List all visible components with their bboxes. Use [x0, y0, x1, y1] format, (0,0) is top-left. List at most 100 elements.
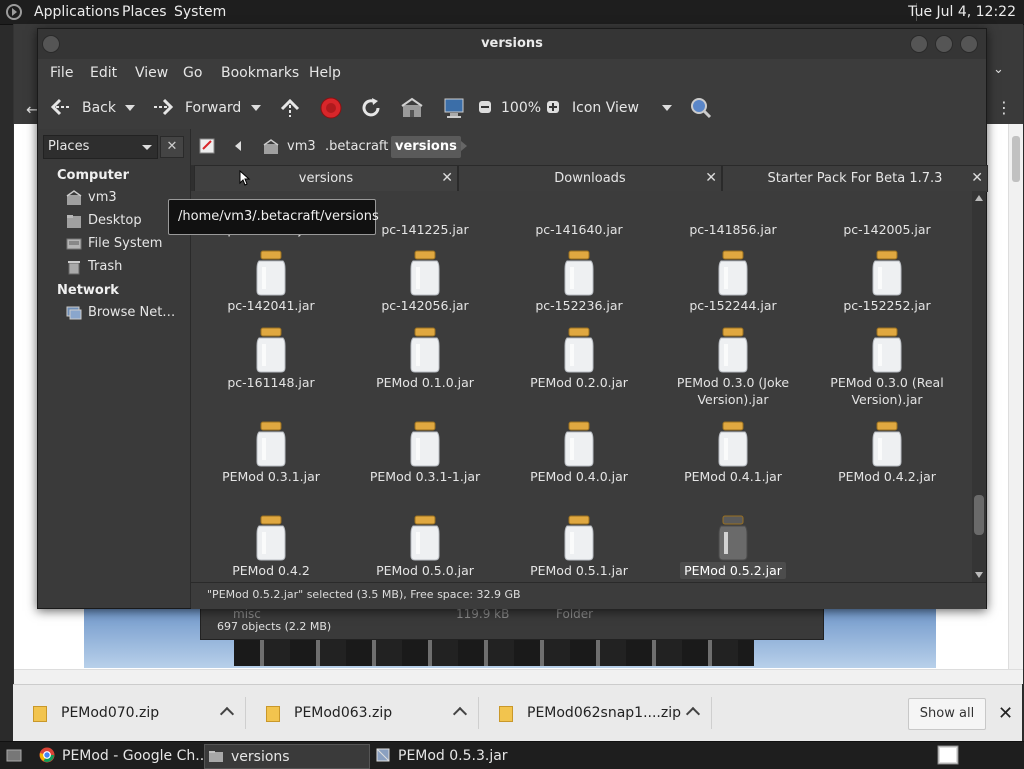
edit-location-icon[interactable]	[199, 137, 217, 155]
file-item[interactable]: PEMod 0.5.1.jar	[504, 514, 654, 579]
show-all-button[interactable]: Show all	[908, 698, 986, 730]
close-tab-icon[interactable]: ✕	[441, 170, 453, 186]
places-menu[interactable]: Places	[122, 4, 167, 20]
breadcrumb-versions[interactable]: versions	[391, 136, 461, 158]
network-icon	[66, 305, 82, 321]
tab-starter-pack[interactable]: Starter Pack For Beta 1.7.3 ✕	[722, 165, 988, 192]
taskbar: PEMod - Google Ch... versions PEMod 0.5.…	[0, 741, 1024, 769]
distro-logo-icon[interactable]	[5, 3, 23, 21]
zoom-out-icon[interactable]	[478, 100, 492, 114]
taskbar-item-jar[interactable]: PEMod 0.5.3.jar	[372, 744, 538, 767]
browser-menu-icon[interactable]: ⋮	[996, 98, 1012, 117]
menu-edit[interactable]: Edit	[90, 65, 117, 81]
up-arrow-icon[interactable]	[279, 97, 301, 119]
taskbar-item-chrome[interactable]: PEMod - Google Ch...	[36, 744, 209, 767]
file-item[interactable]: PEMod 0.4.2 Snapshot.jar	[196, 514, 346, 582]
file-icon-view[interactable]: pc-132128.jarpc-141225.jarpc-141640.jarp…	[191, 191, 972, 582]
sidebar-close-button[interactable]: ✕	[160, 136, 184, 158]
view-mode-select[interactable]: Icon View	[572, 100, 639, 116]
menu-go[interactable]: Go	[183, 65, 202, 81]
close-window-button[interactable]	[960, 35, 978, 53]
status-bar: "PEMod 0.5.2.jar" selected (3.5 MB), Fre…	[191, 582, 986, 609]
close-tab-icon[interactable]: ✕	[971, 170, 983, 186]
browser-scroll-thumb[interactable]	[1012, 136, 1020, 182]
system-menu[interactable]: System	[174, 4, 226, 20]
download-item[interactable]: PEMod063.zip	[246, 685, 479, 741]
computer-icon[interactable]	[443, 97, 465, 119]
browser-scrollbar[interactable]	[1008, 124, 1023, 684]
stop-icon[interactable]	[320, 97, 342, 119]
zoom-in-icon[interactable]	[546, 100, 560, 114]
file-item[interactable]: pc-161148.jar	[196, 326, 346, 391]
scroll-down-icon[interactable]	[975, 572, 983, 578]
menu-bookmarks[interactable]: Bookmarks	[221, 65, 299, 81]
file-item[interactable]: PEMod 0.4.2.jar	[812, 420, 962, 485]
workspace-switcher-icon[interactable]	[937, 745, 959, 765]
close-tab-icon[interactable]: ✕	[705, 170, 717, 186]
title-bar[interactable]: versions	[38, 29, 986, 59]
file-item[interactable]: pc-142056.jar	[350, 249, 500, 314]
applications-menu[interactable]: Applications	[34, 4, 120, 20]
file-item[interactable]: PEMod 0.5.2.jar	[658, 514, 808, 579]
sidebar-heading-computer: Computer	[57, 168, 130, 183]
forward-history-dropdown-icon[interactable]	[251, 105, 261, 111]
file-item[interactable]: PEMod 0.3.1-1.jar	[350, 420, 500, 485]
back-history-dropdown-icon[interactable]	[125, 105, 135, 111]
menu-bar: File Edit View Go Bookmarks Help	[38, 59, 986, 87]
view-mode-dropdown-icon[interactable]	[662, 105, 672, 111]
file-item[interactable]: PEMod 0.4.1.jar	[658, 420, 808, 485]
file-item[interactable]: PEMod 0.1.0.jar	[350, 326, 500, 391]
scroll-up-icon[interactable]	[975, 195, 983, 201]
file-item[interactable]: PEMod 0.2.0.jar	[504, 326, 654, 391]
back-arrow-icon[interactable]	[50, 97, 72, 117]
maximize-button[interactable]	[935, 35, 953, 53]
clock[interactable]: Tue Jul 4, 12:22	[908, 4, 1016, 20]
breadcrumb-right-arrow-icon[interactable]	[461, 141, 467, 151]
show-all-label: Show all	[919, 706, 975, 721]
file-item[interactable]: PEMod 0.4.0.jar	[504, 420, 654, 485]
breadcrumb-betacraft[interactable]: .betacraft	[325, 136, 388, 158]
file-item[interactable]: pc-152252.jar	[812, 249, 962, 314]
icon-view-scrollbar[interactable]	[972, 191, 986, 582]
menu-view[interactable]: View	[135, 65, 168, 81]
chevron-up-icon[interactable]	[219, 706, 235, 722]
home-icon[interactable]	[401, 97, 423, 119]
taskbar-item-versions[interactable]: versions	[204, 744, 370, 769]
file-item[interactable]: pc-141856.jar	[658, 191, 808, 238]
chevron-up-icon[interactable]	[452, 706, 468, 722]
browser-hscrollbar[interactable]	[14, 669, 1023, 684]
search-icon[interactable]	[690, 97, 712, 119]
menu-help[interactable]: Help	[309, 65, 341, 81]
browser-chevron-down-icon[interactable]: ⌄	[993, 62, 1004, 77]
file-item[interactable]: pc-141640.jar	[504, 191, 654, 238]
tab-versions[interactable]: versions ✕	[194, 165, 458, 192]
download-item[interactable]: PEMod070.zip	[13, 685, 246, 741]
tab-downloads[interactable]: Downloads ✕	[458, 165, 722, 192]
file-item[interactable]: pc-152236.jar	[504, 249, 654, 314]
download-item[interactable]: PEMod062snap1....zip	[479, 685, 712, 741]
show-desktop-icon[interactable]	[6, 747, 22, 763]
menu-file[interactable]: File	[50, 65, 73, 81]
breadcrumb-vm3[interactable]: vm3	[287, 136, 316, 158]
close-downloads-icon[interactable]: ✕	[998, 703, 1013, 724]
reload-icon[interactable]	[360, 97, 382, 119]
toolbar: Back Forward 100% Icon View	[38, 87, 986, 130]
breadcrumb-left-arrow-icon[interactable]	[235, 141, 241, 151]
file-item[interactable]: PEMod 0.3.1.jar	[196, 420, 346, 485]
file-item[interactable]: PEMod 0.3.0 (Real Version).jar	[812, 326, 962, 408]
scroll-thumb[interactable]	[974, 495, 984, 535]
forward-button[interactable]: Forward	[185, 100, 241, 116]
file-item[interactable]: PEMod 0.3.0 (Joke Version).jar	[658, 326, 808, 408]
chevron-up-icon[interactable]	[685, 706, 701, 722]
file-item[interactable]: PEMod 0.5.0.jar	[350, 514, 500, 579]
sidebar-type-select[interactable]: Places	[43, 135, 158, 159]
file-name: PEMod 0.3.0 (Joke Version).jar	[676, 375, 790, 407]
minimize-button[interactable]	[910, 35, 928, 53]
file-item[interactable]: pc-152244.jar	[658, 249, 808, 314]
status-text: "PEMod 0.5.2.jar" selected (3.5 MB), Fre…	[207, 588, 521, 601]
file-item[interactable]: pc-142041.jar	[196, 249, 346, 314]
back-button[interactable]: Back	[82, 100, 116, 116]
file-item[interactable]: pc-142005.jar	[812, 191, 962, 238]
zip-file-icon	[266, 706, 280, 722]
forward-arrow-icon[interactable]	[152, 97, 174, 117]
